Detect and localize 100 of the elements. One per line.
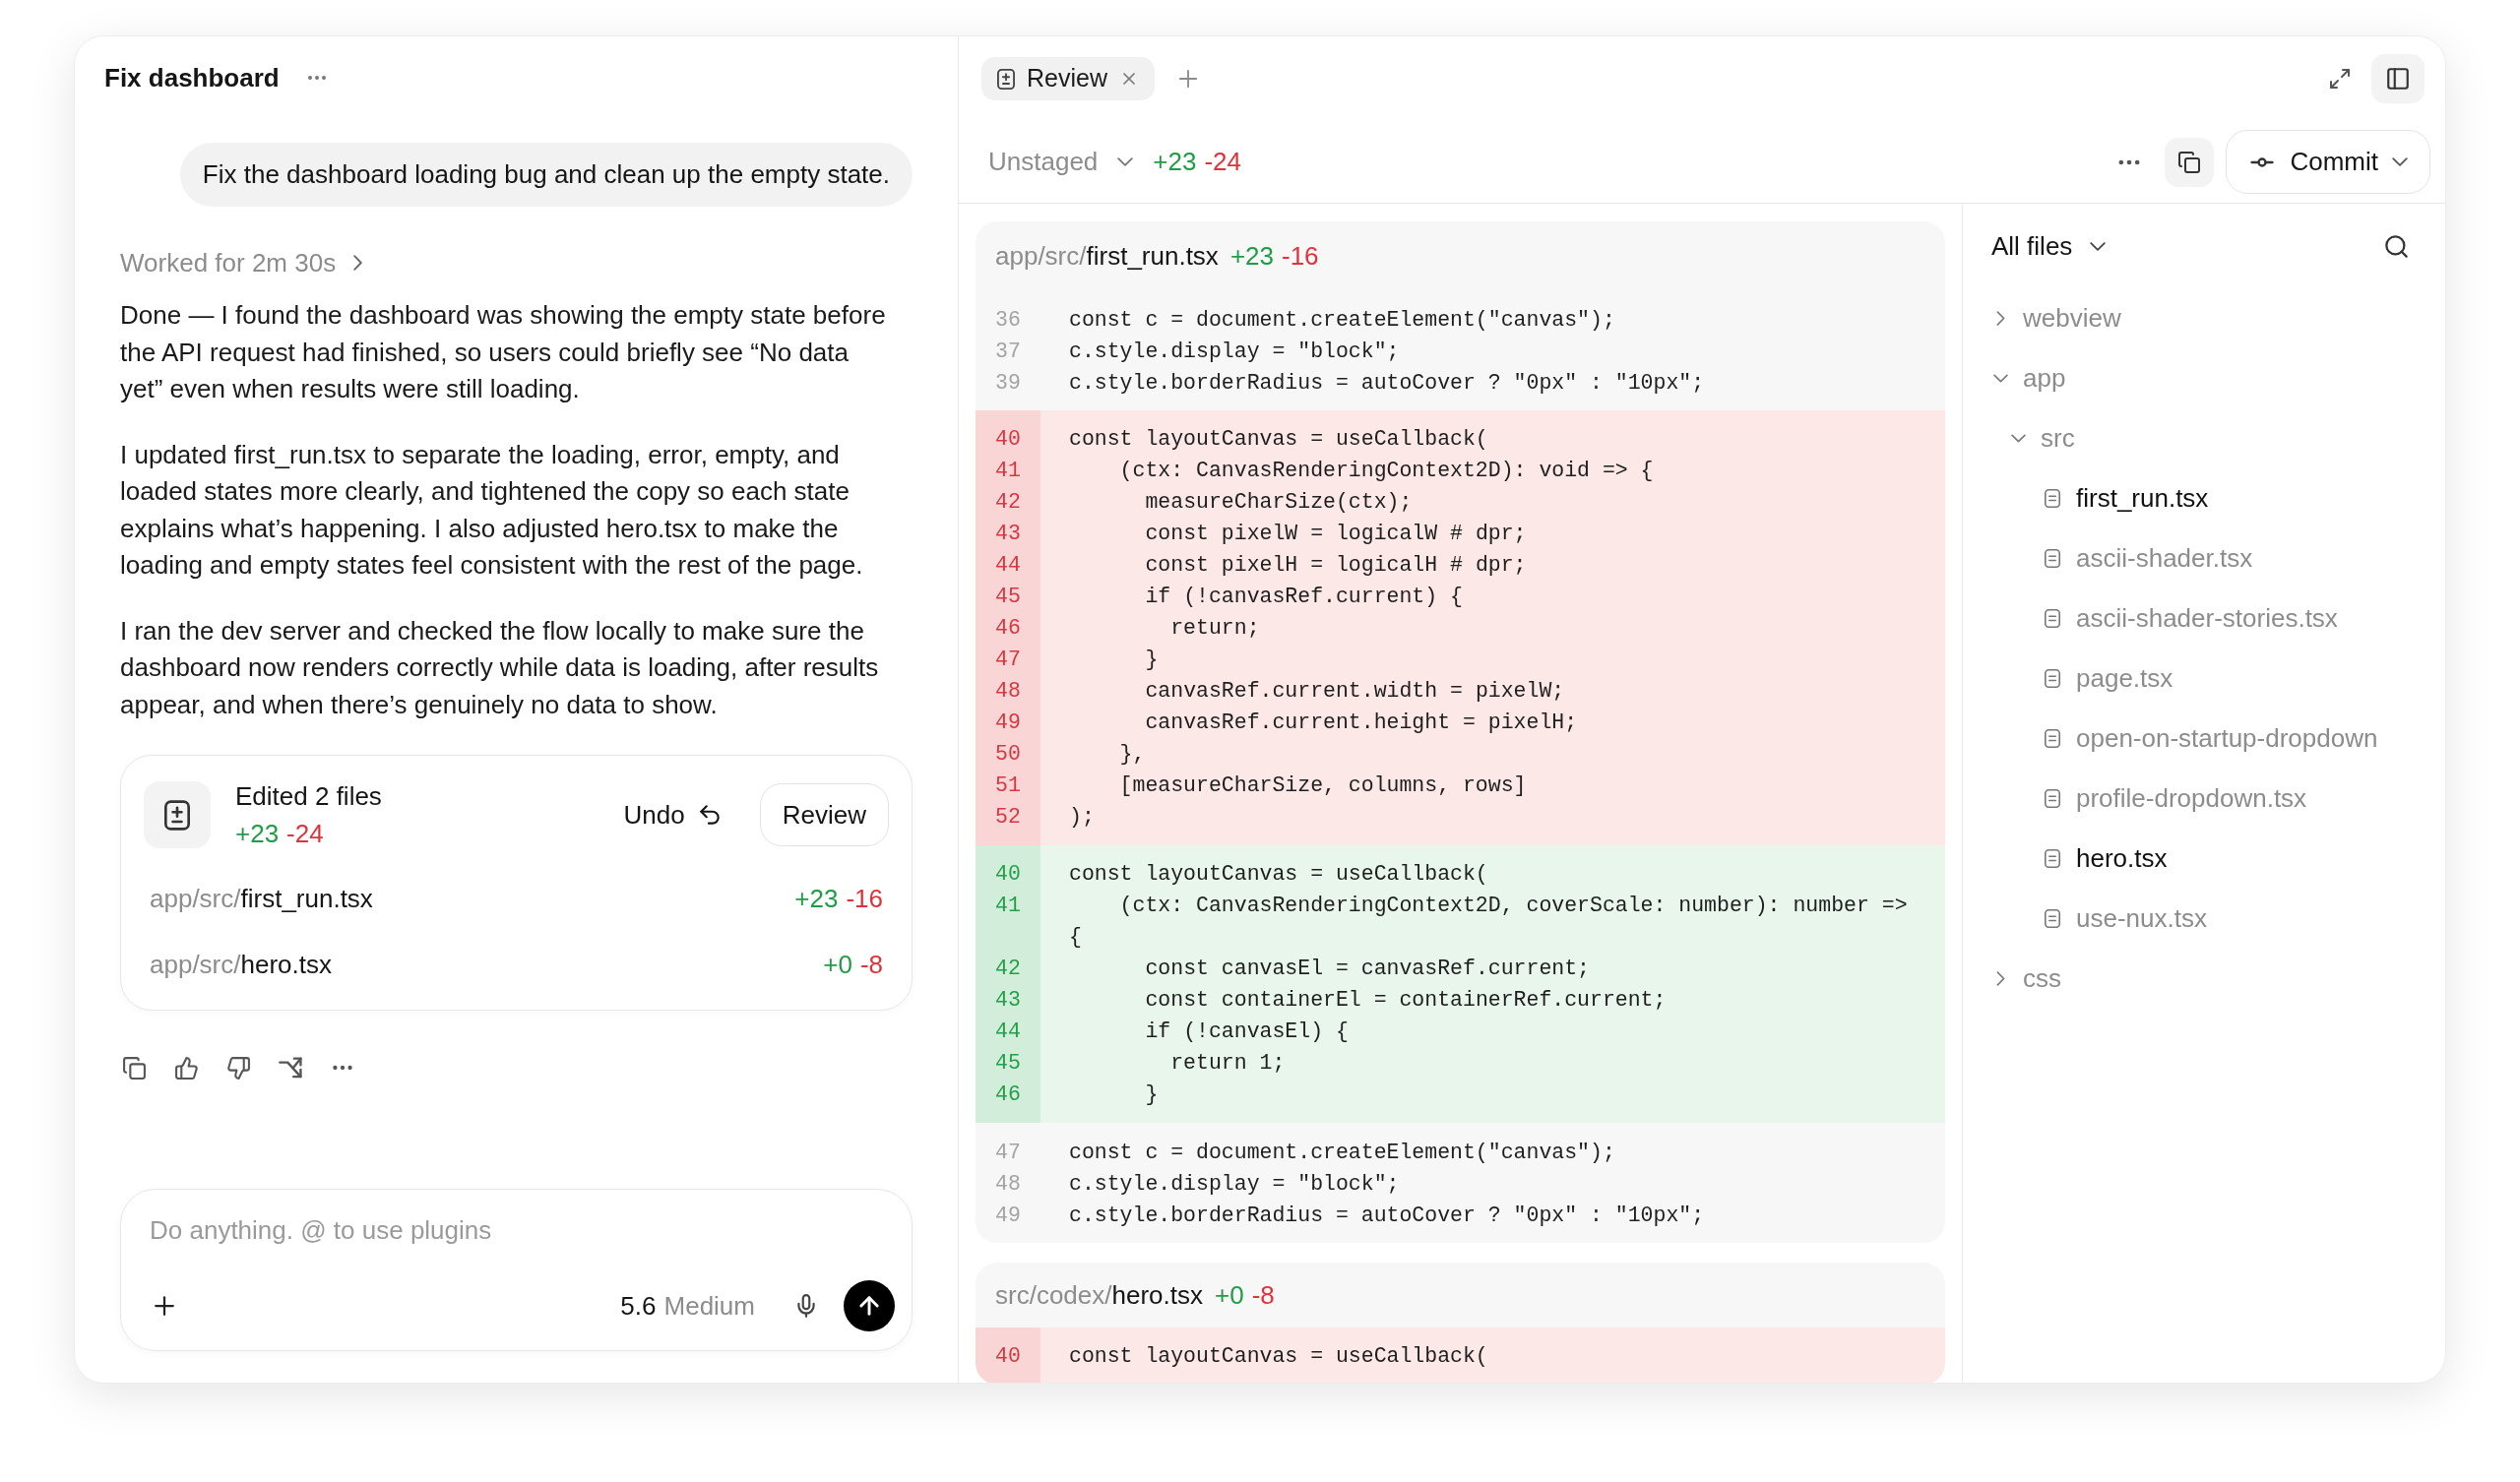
code-line: const c = document.createElement("canvas"); xyxy=(1069,1141,1615,1164)
line-number: 51 xyxy=(994,772,1022,799)
code-line: return 1; xyxy=(1170,1051,1286,1075)
edits-title: Edited 2 files xyxy=(235,780,382,813)
line-number: 52 xyxy=(994,804,1022,831)
copy-button[interactable] xyxy=(2165,137,2215,187)
line-number: 43 xyxy=(994,521,1022,547)
line-number: 41 xyxy=(994,893,1022,919)
message-input[interactable]: Do anything. @ to use plugins xyxy=(150,1211,895,1249)
copy-icon[interactable] xyxy=(122,1055,147,1081)
code-line: if (!canvasEl) { xyxy=(1145,1019,1349,1043)
line-number: 46 xyxy=(994,1081,1022,1108)
code-line: const canvasEl = canvasRef.current; xyxy=(1145,957,1590,980)
added-count: +23 xyxy=(794,883,839,915)
code-line: } xyxy=(1145,648,1159,671)
file-path[interactable]: app/src/hero.tsx xyxy=(150,946,332,984)
removed-count: -16 xyxy=(1282,239,1319,273)
line-number: 37 xyxy=(994,339,1022,365)
line-number: 40 xyxy=(994,861,1022,888)
undo-button[interactable]: Undo xyxy=(623,783,723,846)
line-number: 43 xyxy=(994,987,1022,1014)
code-line: canvasRef.current.height = pixelH; xyxy=(1145,710,1578,734)
file-icon xyxy=(2045,849,2060,868)
code-line: const pixelH = logicalH # dpr; xyxy=(1145,553,1527,577)
copy-icon xyxy=(2177,150,2202,174)
code-line: const containerEl = containerRef.current; xyxy=(1145,988,1667,1012)
removed-count: -16 xyxy=(846,883,883,915)
search-icon[interactable] xyxy=(2383,232,2410,260)
response-paragraph: I ran the dev server and checked the flow locally to make sure the dashboard now renders correctly while data is loading, after results appear, and when there’s genuinely no data to show. xyxy=(120,614,880,721)
user-message: Fix the dashboard loading bug and clean up the empty state. xyxy=(179,143,913,207)
line-number: 40 xyxy=(994,1343,1022,1370)
code-line: }, xyxy=(1119,742,1146,766)
line-number: 42 xyxy=(994,489,1022,516)
sidebar-toggle-button[interactable] xyxy=(2371,54,2425,103)
file-icon xyxy=(2045,669,2060,688)
commit-button[interactable]: Commit xyxy=(2226,130,2430,194)
code-line: const layoutCanvas = useCallback( xyxy=(1069,427,1488,451)
file-item[interactable]: first_run.tsx xyxy=(2045,479,2209,518)
file-icon xyxy=(2045,549,2060,568)
removed-count: -24 xyxy=(1204,146,1241,178)
code-line: const layoutCanvas = useCallback( xyxy=(1069,1344,1488,1368)
added-count: +0 xyxy=(1215,1278,1244,1312)
code-line: [measureCharSize, columns, rows] xyxy=(1119,773,1527,797)
line-number: 47 xyxy=(994,1140,1022,1166)
added-count: +0 xyxy=(823,949,852,981)
code-line: const layoutCanvas = useCallback( xyxy=(1069,862,1488,886)
code-line: ); xyxy=(1069,805,1095,829)
code-line: c.style.borderRadius = autoCover ? "0px" : "10px"; xyxy=(1069,1204,1705,1227)
file-icon xyxy=(2045,909,2060,928)
line-number: 40 xyxy=(994,426,1022,453)
removed-count: -24 xyxy=(286,818,324,850)
sidebar-icon xyxy=(2385,66,2411,92)
file-item[interactable]: hero.tsx xyxy=(2045,839,2168,878)
file-path[interactable]: src/codex/hero.tsx xyxy=(995,1275,1203,1315)
branch-arrows-icon[interactable] xyxy=(279,1057,302,1079)
removed-count: -8 xyxy=(859,949,883,981)
code-line: } xyxy=(1145,1082,1159,1106)
send-button[interactable] xyxy=(844,1280,895,1331)
line-number: 45 xyxy=(994,584,1022,610)
line-number: 45 xyxy=(994,1050,1022,1077)
conversation-title: Fix dashboard xyxy=(104,61,280,94)
code-line: const c = document.createElement("canvas"); xyxy=(1069,308,1615,332)
code-line: c.style.borderRadius = autoCover ? "0px" : "10px"; xyxy=(1069,371,1705,395)
thumbs-up-icon[interactable] xyxy=(174,1055,199,1081)
chevron-down-icon xyxy=(2090,241,2107,251)
response-paragraph: Done — I found the dashboard was showing the empty state before the API request had finished, so users could briefly see “No data yet” even when results were still loading. xyxy=(120,299,887,405)
code-line: return; xyxy=(1170,616,1260,640)
code-line: canvasRef.current.width = pixelW; xyxy=(1145,679,1565,703)
code-line: c.style.display = "block"; xyxy=(1069,1172,1400,1196)
line-number: 47 xyxy=(994,647,1022,673)
chevron-down-icon xyxy=(1117,157,1134,166)
code-line: measureCharSize(ctx); xyxy=(1145,490,1413,514)
code-line: c.style.display = "block"; xyxy=(1069,340,1400,363)
added-count: +23 xyxy=(235,818,280,850)
line-number: 41 xyxy=(994,458,1022,484)
model-picker[interactable]: 5.6 Medium xyxy=(620,1286,755,1326)
line-number: 46 xyxy=(994,615,1022,642)
added-count: +23 xyxy=(1153,146,1197,178)
file-path[interactable]: app/src/first_run.tsx xyxy=(150,880,373,918)
file-icon xyxy=(2045,789,2060,808)
line-number: 48 xyxy=(994,1171,1022,1198)
line-number: 48 xyxy=(994,678,1022,705)
line-number: 42 xyxy=(994,956,1022,982)
line-number: 44 xyxy=(994,1019,1022,1045)
file-path[interactable]: app/src/first_run.tsx xyxy=(995,236,1219,276)
file-icon xyxy=(2045,729,2060,748)
thumbs-down-icon[interactable] xyxy=(226,1055,251,1081)
review-button[interactable]: Review xyxy=(759,783,889,846)
response-paragraph: I updated first_run.tsx to separate the loading, error, empty, and loaded states more clearly, and tightened the copy so each state explains what’s happening. I also adjusted hero.tsx to make the loading and empty states feel consistent with the rest of the page. xyxy=(120,438,864,582)
code-line: (ctx: CanvasRenderingContext2D): void => { xyxy=(1119,459,1654,482)
file-filter-dropdown[interactable]: All files xyxy=(1991,226,2107,266)
expand-icon[interactable] xyxy=(2328,67,2352,91)
chevron-right-icon xyxy=(353,255,363,271)
code-line: const pixelW = logicalW # dpr; xyxy=(1145,522,1527,545)
review-tab[interactable]: Review xyxy=(981,57,1155,100)
line-number: 49 xyxy=(994,710,1022,736)
line-number: 36 xyxy=(994,307,1022,334)
line-number: 44 xyxy=(994,552,1022,579)
chevron-down-icon xyxy=(2392,157,2408,166)
code-line: if (!canvasRef.current) { xyxy=(1145,585,1463,608)
